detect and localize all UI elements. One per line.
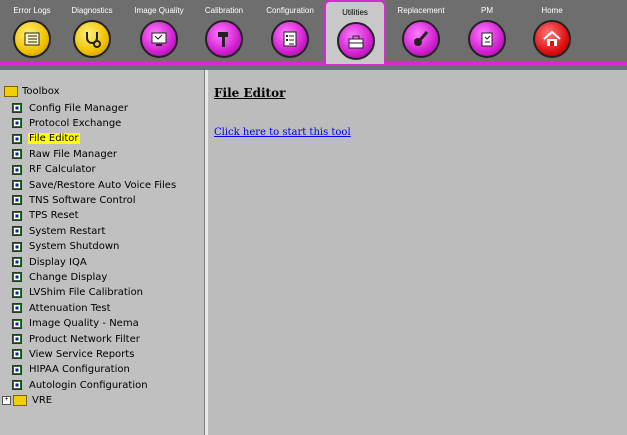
tab-label: Utilities [342,8,368,17]
page-title: File Editor [214,86,286,100]
tool-icon [12,180,22,190]
folder-icon [13,395,27,407]
tree-item[interactable]: Config File Manager [12,101,129,115]
tree-root-label: Toolbox [22,86,60,97]
tab-pm[interactable]: PM [455,0,519,62]
tool-icon [12,287,22,298]
tool-icon [12,303,22,314]
tree-item-label: Attenuation Test [29,302,111,314]
tree-item[interactable]: LVShim File Calibration [12,286,144,300]
tree-item-label: Raw File Manager [29,148,117,160]
tree-item-label: System Restart [29,225,106,237]
tool-icon [12,164,22,175]
tab-label: Image Quality [134,6,184,15]
tree-item-label: Display IQA [29,256,87,268]
toolbox-icon [337,22,375,60]
replacement-icon [402,20,440,58]
monitor-icon [140,20,178,58]
tool-icon [12,149,22,160]
stethoscope-icon [73,20,111,58]
tree-item[interactable]: Display IQA [12,255,88,269]
tool-icon [12,226,22,237]
expand-plus-icon[interactable]: + [2,396,11,406]
folder-open-icon [4,86,18,97]
tree-item-label: Config File Manager [29,102,129,114]
tool-icon [12,334,22,344]
tab-error-logs[interactable]: Error Logs [0,0,64,62]
tree-item[interactable]: View Service Reports [12,347,135,361]
tree-item-label: RF Calculator [29,164,96,176]
tree-item-label: View Service Reports [29,348,135,360]
tab-label: PM [481,6,493,15]
tree-item[interactable]: HIPAA Configuration [12,363,131,377]
tree-item-label: Change Display [29,271,108,283]
tree-item[interactable]: System Shutdown [12,240,120,254]
tool-icon [12,103,22,113]
tree-item[interactable]: Save/Restore Auto Voice Files [12,178,177,192]
tool-icon [12,318,22,329]
tab-image-quality[interactable]: Image Quality [127,0,191,62]
tree-item-label: Product Network Filter [29,333,140,345]
tree-folder-label: VRE [32,395,53,407]
main-content-panel [208,70,627,435]
tree-item-label: TPS Reset [29,210,79,222]
hammer-icon [205,20,243,58]
tab-label: Replacement [397,6,445,15]
tree-item[interactable]: Protocol Exchange [12,116,122,130]
tree-item-label: File Editor [28,133,80,145]
tree-item-label: Save/Restore Auto Voice Files [29,179,177,191]
tool-icon [12,210,22,221]
tab-home[interactable]: Home [520,0,584,62]
tree-folder-vre[interactable]: + VRE [2,394,53,408]
error-logs-icon [13,20,51,58]
tool-icon [12,241,22,252]
tool-icon [12,257,22,267]
maintenance-icon [468,20,506,58]
tab-configuration[interactable]: Configuration [258,0,322,62]
tree-item-label: Image Quality - Nema [29,318,139,330]
tool-icon [12,133,22,144]
tree-item[interactable]: RF Calculator [12,163,97,177]
tree-item[interactable]: Change Display [12,270,108,284]
tab-label: Error Logs [13,6,51,15]
tree-item[interactable]: File Editor [12,132,80,146]
tree-item[interactable]: System Restart [12,224,106,238]
tree-root-toolbox[interactable]: Toolbox [4,86,60,97]
tool-icon [12,364,22,375]
tree-item-label: TNS Software Control [29,194,136,206]
tab-label: Diagnostics [71,6,113,15]
tool-icon [12,349,22,360]
tool-icon [12,118,22,129]
tab-replacement[interactable]: Replacement [389,0,453,62]
tab-label: Home [541,6,563,15]
tree-item-label: Autologin Configuration [29,379,148,391]
tool-icon [12,272,22,283]
start-tool-link[interactable]: Click here to start this tool [214,127,351,138]
home-icon [533,20,571,58]
tab-calibration[interactable]: Calibration [192,0,256,62]
tree-item-label: System Shutdown [29,241,120,253]
tool-icon [12,380,22,391]
tab-utilities[interactable]: Utilities [324,0,386,64]
tree-item[interactable]: Autologin Configuration [12,378,149,392]
checklist-icon [271,20,309,58]
tree-item[interactable]: TNS Software Control [12,193,137,207]
tree-item[interactable]: TPS Reset [12,209,80,223]
tree-item-label: Protocol Exchange [29,117,122,129]
tool-icon [12,195,22,206]
nav-accent-line [0,62,627,66]
tree-item[interactable]: Raw File Manager [12,147,118,161]
tree-item[interactable]: Image Quality - Nema [12,317,140,331]
tree-item[interactable]: Product Network Filter [12,332,141,346]
tree-item[interactable]: Attenuation Test [12,301,112,315]
tab-diagnostics[interactable]: Diagnostics [60,0,124,62]
tree-item-label: HIPAA Configuration [29,364,130,376]
tree-item-label: LVShim File Calibration [29,287,144,299]
tab-label: Calibration [204,6,244,15]
tab-label: Configuration [266,6,314,15]
